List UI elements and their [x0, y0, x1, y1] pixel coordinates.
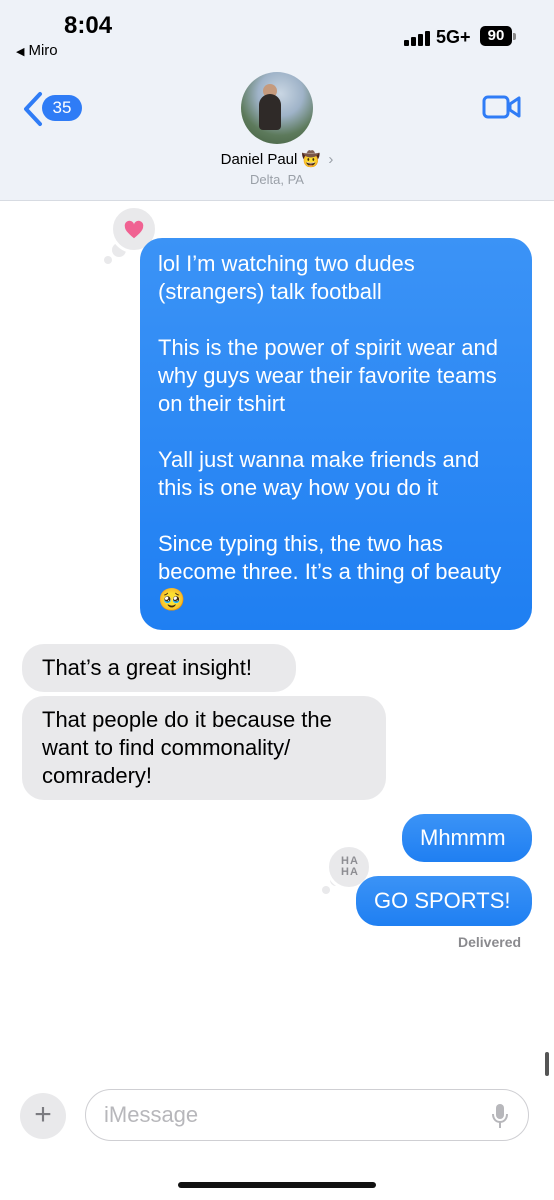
message-text: That people do it because the want to fi…	[42, 707, 332, 788]
back-app-label: Miro	[28, 42, 58, 59]
battery-icon: 90	[480, 26, 512, 46]
tapback-tail-dot	[104, 256, 112, 264]
microphone-icon[interactable]	[490, 1102, 510, 1130]
contact-emoji: 🤠	[301, 151, 321, 168]
battery-cap	[513, 33, 516, 40]
battery-level: 90	[487, 27, 505, 44]
outgoing-message[interactable]: lol I’m watching two dudes (strangers) t…	[140, 238, 532, 630]
input-placeholder: iMessage	[104, 1102, 199, 1127]
message-paragraph: lol I’m watching two dudes (strangers) t…	[158, 251, 415, 304]
outgoing-message[interactable]: Mhmmm	[402, 814, 532, 862]
message-text: Mhmmm	[420, 825, 506, 850]
tapback-tail-dot	[322, 886, 330, 894]
status-time: 8:04	[64, 12, 113, 39]
contact-location: Delta, PA	[250, 172, 304, 187]
heart-icon	[124, 220, 144, 239]
avatar-person	[259, 94, 281, 130]
back-to-app-link[interactable]: ◀ Miro	[16, 42, 58, 59]
chevron-right-icon: ›	[328, 151, 334, 168]
message-text: That’s a great insight!	[42, 655, 252, 680]
haha-icon: HA HA	[341, 855, 359, 878]
incoming-message[interactable]: That people do it because the want to fi…	[22, 696, 386, 800]
contact-name: Daniel Paul	[220, 151, 298, 168]
back-triangle-icon: ◀	[16, 46, 25, 58]
message-text: GO SPORTS!	[374, 888, 511, 913]
facetime-video-icon[interactable]	[482, 92, 522, 122]
delivered-status: Delivered	[458, 934, 522, 950]
add-attachment-button[interactable]: +	[20, 1093, 66, 1139]
scroll-indicator[interactable]	[545, 1052, 549, 1076]
message-paragraph: Since typing this, the two has become th…	[158, 531, 502, 612]
contact-avatar[interactable]	[241, 72, 313, 144]
message-paragraph: Yall just wanna make friends and this is…	[158, 447, 480, 500]
incoming-message[interactable]: That’s a great insight!	[22, 644, 296, 692]
imessage-input[interactable]: iMessage	[85, 1089, 529, 1141]
contact-name-row[interactable]: Daniel Paul 🤠 ›	[0, 150, 554, 168]
unread-count-badge[interactable]: 35	[42, 95, 82, 121]
network-type: 5G+	[436, 27, 471, 47]
cellular-signal-icon	[404, 30, 434, 46]
message-paragraph: This is the power of spirit wear and why…	[158, 335, 498, 416]
home-indicator[interactable]	[178, 1182, 376, 1188]
outgoing-message[interactable]: GO SPORTS!	[356, 876, 532, 926]
